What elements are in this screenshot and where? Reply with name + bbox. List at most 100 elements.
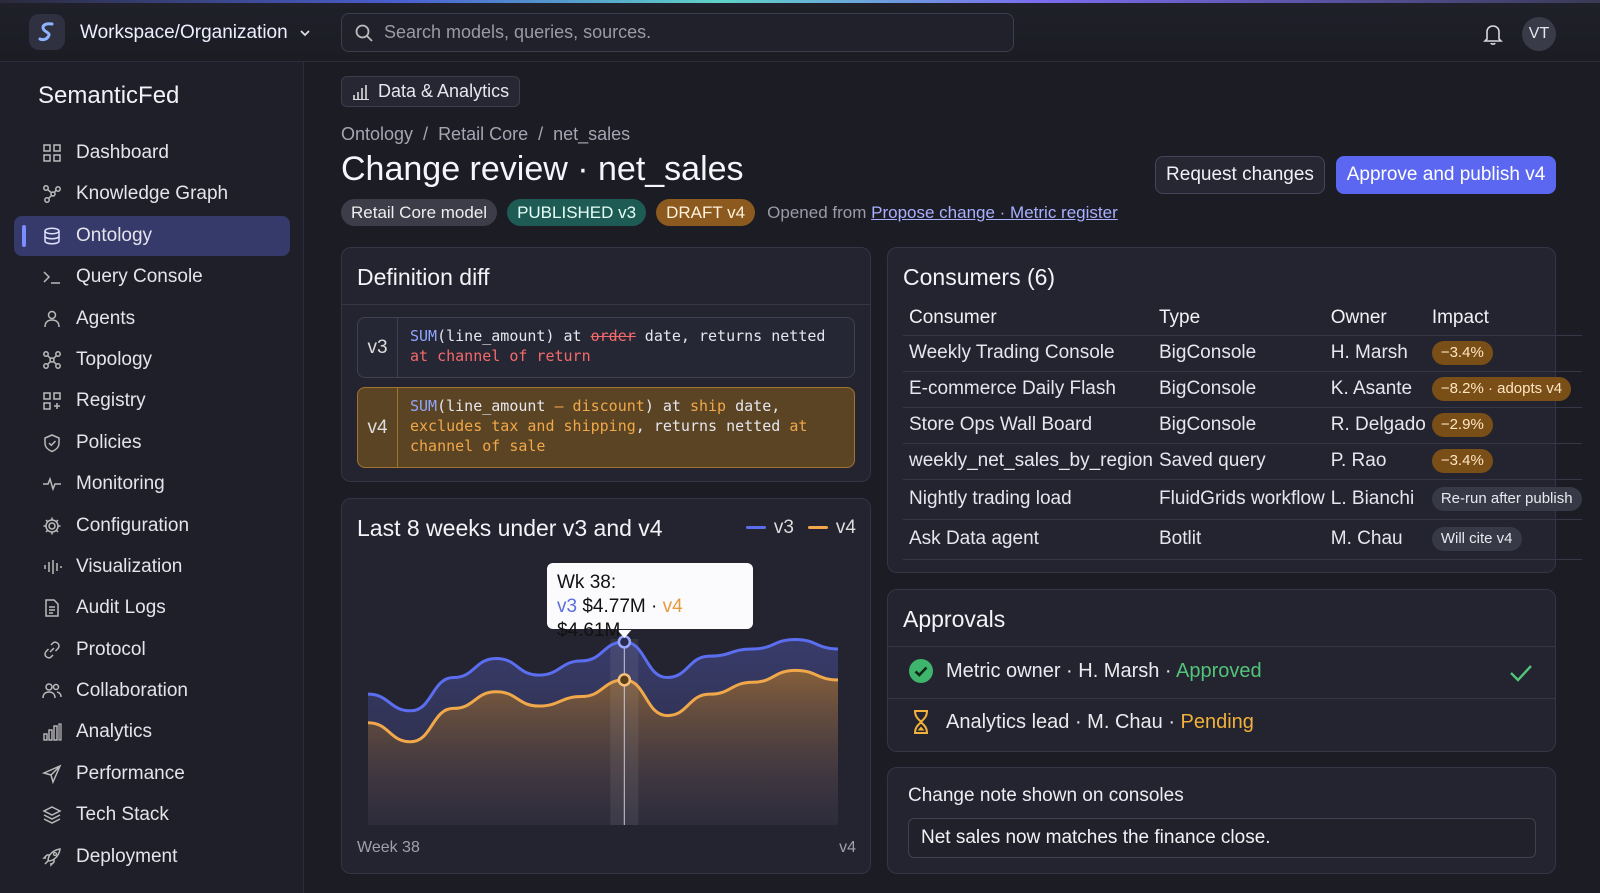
sidebar-item-visualization[interactable]: Visualization bbox=[14, 547, 290, 587]
change-note-label: Change note shown on consoles bbox=[908, 785, 1184, 806]
approval-row: Analytics lead · M. Chau · Pending bbox=[908, 709, 1254, 735]
breadcrumb-item[interactable]: Retail Core bbox=[438, 124, 528, 145]
code-text: date, returns netted bbox=[635, 327, 826, 345]
table-row[interactable]: Weekly Trading Console BigConsole H. Mar… bbox=[903, 335, 1582, 372]
consumer-owner: H. Marsh bbox=[1324, 335, 1426, 372]
added-text: ship bbox=[689, 397, 727, 415]
section-tag[interactable]: Data & Analytics bbox=[341, 76, 521, 107]
consumers-table: Consumer Type Owner Impact Weekly Tradin… bbox=[903, 301, 1582, 560]
sidebar-item-agents[interactable]: Agents bbox=[14, 299, 290, 339]
consumer-type: BigConsole bbox=[1153, 335, 1325, 372]
consumer-type: Botlit bbox=[1153, 519, 1325, 560]
card-title: Last 8 weeks under v3 and v4 bbox=[357, 515, 663, 541]
sidebar-item-topology[interactable]: Topology bbox=[14, 340, 290, 380]
approval-status: Approved bbox=[1176, 659, 1262, 682]
code-text: date, bbox=[726, 397, 781, 415]
logo-icon[interactable] bbox=[29, 14, 65, 50]
table-row[interactable]: Store Ops Wall Board BigConsole R. Delga… bbox=[903, 407, 1582, 444]
legend-label: v4 bbox=[835, 517, 856, 538]
bell-icon[interactable] bbox=[1482, 22, 1504, 51]
consumer-name: Store Ops Wall Board bbox=[903, 407, 1153, 444]
sidebar-item-policies[interactable]: Policies bbox=[14, 423, 290, 463]
registry-icon bbox=[43, 392, 61, 411]
sidebar-item-performance[interactable]: Performance bbox=[14, 754, 290, 794]
sidebar-item-collaboration[interactable]: Collaboration bbox=[14, 671, 290, 711]
sidebar-item-audit-logs[interactable]: Audit Logs bbox=[14, 588, 290, 628]
approval-role: Analytics lead · M. Chau · bbox=[946, 710, 1181, 733]
sidebar: SemanticFed Dashboard Knowledge Graph On… bbox=[0, 62, 304, 893]
removed-text: order bbox=[590, 327, 636, 345]
opened-prefix: Opened from bbox=[767, 202, 867, 222]
change-note-card: Change note shown on consoles bbox=[887, 767, 1556, 874]
tooltip-values: v3 $4.77M · v4 $4.61M bbox=[557, 595, 743, 643]
sidebar-item-ontology[interactable]: Ontology bbox=[14, 215, 290, 256]
sidebar-item-label: Audit Logs bbox=[76, 597, 166, 619]
link-icon bbox=[44, 641, 60, 659]
tooltip-title: Wk 38: bbox=[557, 572, 617, 593]
legend-item-v3[interactable]: v3 bbox=[745, 517, 794, 539]
sidebar-item-dashboard[interactable]: Dashboard bbox=[14, 133, 290, 173]
sidebar-item-deployment[interactable]: Deployment bbox=[14, 837, 290, 877]
search-input[interactable] bbox=[384, 22, 984, 43]
added-text: excludes tax and shipping bbox=[410, 417, 636, 435]
sidebar-nav: Dashboard Knowledge Graph Ontology Query… bbox=[14, 133, 290, 878]
sidebar-item-registry[interactable]: Registry bbox=[14, 381, 290, 421]
request-changes-button[interactable]: Request changes bbox=[1155, 156, 1325, 194]
check-circle-icon bbox=[909, 659, 933, 683]
chart-icon bbox=[353, 84, 369, 100]
sidebar-item-monitoring[interactable]: Monitoring bbox=[14, 464, 290, 504]
sidebar-item-protocol[interactable]: Protocol bbox=[14, 630, 290, 670]
sidebar-item-analytics[interactable]: Analytics bbox=[14, 712, 290, 752]
sidebar-item-label: Dashboard bbox=[76, 142, 169, 163]
chevron-down-icon bbox=[300, 30, 310, 37]
divider bbox=[342, 304, 870, 305]
tooltip-v4-label: v4 bbox=[662, 596, 683, 617]
consumer-owner: M. Chau bbox=[1324, 519, 1426, 560]
added-text: at bbox=[789, 417, 808, 435]
search-bar[interactable] bbox=[341, 13, 1014, 52]
legend-item-v4[interactable]: v4 bbox=[807, 517, 856, 539]
approve-publish-button[interactable]: Approve and publish v4 bbox=[1336, 156, 1556, 194]
sidebar-item-label: Knowledge Graph bbox=[76, 183, 229, 205]
table-row[interactable]: weekly_net_sales_by_region Saved query P… bbox=[903, 443, 1582, 480]
chart-legend: v3 v4 bbox=[745, 517, 856, 539]
breadcrumb-item[interactable]: Ontology bbox=[341, 124, 413, 145]
version-label: v3 bbox=[358, 318, 398, 377]
diff-code: SUM(line_amount) at order date, returns … bbox=[398, 318, 837, 377]
tooltip-v4-value: $4.61M bbox=[557, 620, 621, 641]
column-header: Consumer bbox=[903, 301, 1153, 336]
chart-tooltip: Wk 38: v3 $4.77M · v4 $4.61M bbox=[547, 563, 753, 641]
rocket-icon bbox=[42, 847, 61, 867]
breadcrumb-item[interactable]: net_sales bbox=[553, 124, 630, 145]
top-bar: Workspace/Organization VT bbox=[0, 3, 1600, 62]
workspace-switcher[interactable]: Workspace/Organization bbox=[80, 22, 312, 44]
area-chart[interactable] bbox=[342, 499, 870, 873]
database-icon bbox=[44, 227, 60, 245]
table-row[interactable]: Ask Data agent Botlit M. Chau Will cite … bbox=[903, 519, 1582, 560]
page-title: Change review · net_sales bbox=[341, 150, 744, 188]
sidebar-item-label: Monitoring bbox=[76, 473, 165, 495]
sidebar-item-query-console[interactable]: Query Console bbox=[14, 257, 290, 297]
sidebar-item-label: Configuration bbox=[76, 514, 190, 536]
consumer-owner: R. Delgado bbox=[1324, 407, 1426, 444]
tooltip-v3-value: $4.77M bbox=[582, 596, 646, 617]
sidebar-item-label: Protocol bbox=[76, 638, 146, 660]
pulse-icon bbox=[43, 476, 61, 492]
sidebar-item-label: Ontology bbox=[76, 224, 153, 246]
impact-badge: −3.4% bbox=[1431, 341, 1493, 365]
table-row[interactable]: Nightly trading load FluidGrids workflow… bbox=[903, 479, 1582, 520]
table-row[interactable]: E-commerce Daily Flash BigConsole K. Asa… bbox=[903, 371, 1582, 408]
sidebar-item-label: Collaboration bbox=[76, 680, 188, 702]
opened-from: Opened from Propose change · Metric regi… bbox=[767, 203, 1118, 223]
sidebar-item-label: Policies bbox=[76, 431, 142, 453]
sidebar-item-tech-stack[interactable]: Tech Stack bbox=[14, 795, 290, 835]
x-axis-end-label: v4 bbox=[839, 839, 856, 856]
sidebar-item-configuration[interactable]: Configuration bbox=[14, 506, 290, 546]
diff-row-v4: v4 SUM(line_amount – discount) at ship d… bbox=[357, 387, 855, 468]
x-axis-start-label: Week 38 bbox=[357, 839, 420, 856]
avatar[interactable]: VT bbox=[1522, 17, 1556, 51]
sidebar-item-knowledge-graph[interactable]: Knowledge Graph bbox=[14, 174, 290, 214]
change-note-input[interactable] bbox=[908, 818, 1536, 858]
topology-icon bbox=[43, 351, 61, 369]
opened-from-link[interactable]: Propose change · Metric register bbox=[871, 203, 1118, 222]
